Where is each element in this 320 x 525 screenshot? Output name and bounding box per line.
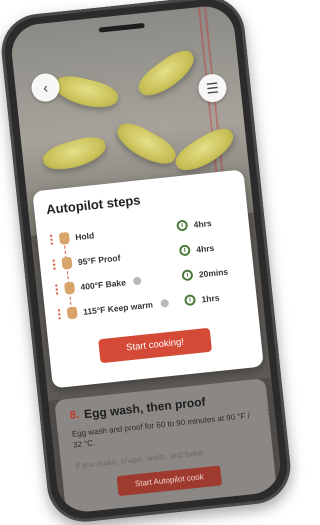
info-icon[interactable]: [160, 298, 170, 308]
oven-icon: [61, 256, 73, 270]
step-time: 20mins: [198, 266, 229, 280]
step-time: 1hrs: [200, 292, 220, 304]
clock-icon: [176, 219, 189, 232]
clock-icon: [178, 244, 191, 257]
info-icon[interactable]: [133, 276, 143, 285]
clock-icon: [183, 294, 197, 307]
croissant: [111, 117, 181, 172]
step-label: Hold: [74, 229, 95, 242]
menu-button[interactable]: ☰: [197, 72, 228, 104]
drag-handle-icon[interactable]: [48, 233, 54, 245]
drag-handle-icon[interactable]: [54, 283, 60, 295]
drag-handle-icon[interactable]: [51, 258, 57, 270]
phone-mockup: ‹ ☰ Autopilot steps Hold 4hrs 95°F Proof…: [0, 0, 294, 525]
list-icon: ☰: [205, 79, 220, 97]
autopilot-steps-card: Autopilot steps Hold 4hrs 95°F Proof 4hr…: [32, 169, 264, 389]
oven-icon: [66, 306, 78, 319]
chevron-right-icon[interactable]: ›: [266, 406, 271, 418]
chevron-left-icon: ‹: [42, 79, 49, 96]
croissant: [170, 122, 240, 178]
croissant: [52, 71, 121, 113]
recipe-step-panel: ‹ › 8. Egg wash, then proof Egg wash and…: [48, 377, 283, 515]
start-autopilot-button[interactable]: Start Autopilot cook: [116, 465, 223, 497]
recipe-step-card: ‹ › 8. Egg wash, then proof Egg wash and…: [54, 378, 278, 515]
speaker-grille: [98, 22, 145, 33]
chevron-left-icon[interactable]: ‹: [55, 428, 60, 440]
croissant: [133, 44, 201, 104]
step-time: 4hrs: [195, 242, 215, 255]
drag-handle-icon[interactable]: [56, 308, 62, 320]
steps-list: Hold 4hrs 95°F Proof 4hrs 400°F Bake 20m…: [48, 207, 245, 326]
oven-icon: [63, 281, 76, 295]
croissant: [40, 132, 109, 176]
clock-icon: [181, 269, 194, 282]
start-cooking-button[interactable]: Start cooking!: [98, 327, 213, 364]
step-label: 95°F Proof: [77, 252, 121, 267]
step-number: 8.: [69, 408, 80, 422]
oven-icon: [58, 231, 70, 245]
step-label: 115°F Keep warm: [82, 299, 154, 317]
back-button[interactable]: ‹: [30, 72, 61, 103]
step-time: 4hrs: [193, 217, 213, 230]
step-label: 400°F Bake: [79, 276, 127, 292]
